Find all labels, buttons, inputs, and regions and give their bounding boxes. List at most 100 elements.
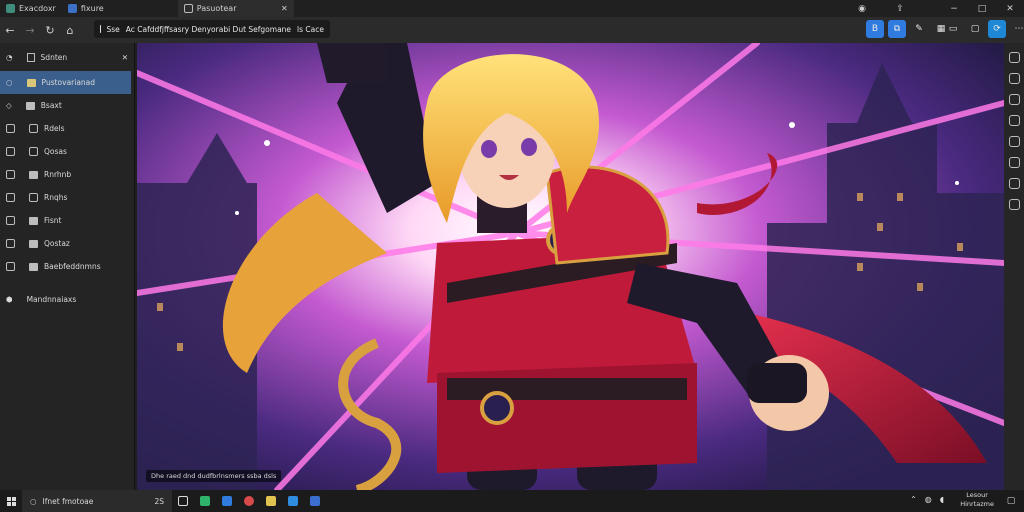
folder-icon[interactable] [1008, 199, 1020, 210]
sidebar-item-bsaxt[interactable]: ◇ Bsaxt [0, 94, 134, 117]
sidebar-item-rnrhnb[interactable]: Rnrhnb [0, 163, 134, 186]
sidebar-item-label: Mandnnaiaxs [26, 295, 77, 304]
chevron-up-icon[interactable]: ⌃ [910, 495, 917, 504]
belt [447, 378, 687, 400]
back-button[interactable]: ← [0, 20, 20, 40]
tab-fixure[interactable]: fixure [62, 0, 110, 17]
close-icon[interactable]: ✕ [281, 4, 288, 13]
doc-icon [67, 4, 77, 13]
sidebar-item-pustovarianad[interactable]: ○ Pustovarianad [0, 71, 131, 94]
sidebar-item-label: Qosas [44, 147, 67, 156]
tab-exacdoxr[interactable]: Exacdoxr [0, 0, 62, 17]
copy-icon[interactable] [1008, 178, 1020, 189]
edit-icon[interactable]: ✎ [910, 20, 928, 38]
taskbar-search[interactable]: ○ Ifnet fmotoae 2S [22, 490, 172, 512]
sidebar-item-label: Fisnt [44, 216, 62, 225]
panel-icon[interactable] [1008, 52, 1020, 63]
pin-icon[interactable]: ✕ [122, 53, 128, 62]
tab-bar: Exacdoxr fixure Pasuotear ✕ ◉ ⇪ − □ ✕ [0, 0, 1024, 17]
doc-icon [6, 239, 15, 248]
sidebar-item-mandnnaiaxs[interactable]: ⬢ Mandnnaiaxs [0, 288, 134, 311]
taskbar-app-1[interactable] [194, 490, 216, 512]
tab-pasuotear[interactable]: Pasuotear ✕ [177, 0, 294, 17]
address-bar[interactable]: Sse Ac Cafddfjffsasry Denyorabi Dut Sefg… [94, 20, 330, 38]
raised-fist-glove [317, 43, 387, 83]
doc-icon [6, 147, 15, 156]
account-icon[interactable]: ◉ [848, 4, 876, 14]
arrow-left-icon: ← [5, 23, 15, 37]
start-button[interactable] [0, 490, 22, 512]
navigation-bar: ← → ↻ ⌂ Sse Ac Cafddfjffsasry Denyorabi … [0, 17, 1024, 43]
chat-icon[interactable] [1008, 73, 1020, 84]
sidebar-item-rnqhs[interactable]: Rnqhs [0, 186, 134, 209]
reload-button[interactable]: ↻ [40, 20, 60, 40]
image-viewport[interactable] [137, 43, 1004, 490]
app-icon [288, 496, 298, 506]
network-icon[interactable]: ◍ [925, 495, 932, 504]
clock-icon: ◔ [6, 52, 13, 62]
notification-button[interactable]: ▢ [1000, 490, 1022, 512]
history-icon: ○ [6, 78, 13, 87]
sidebar-title: Sdnten [40, 52, 68, 62]
sidebar-header: ◔ Sdnten ✕ [0, 43, 134, 71]
anime-artwork [137, 43, 1004, 490]
copy-icon[interactable]: ⧉ [888, 20, 906, 38]
screen-icon[interactable]: ▭ [944, 20, 962, 38]
forward-button[interactable]: → [20, 20, 40, 40]
volume-icon[interactable]: ◖ [940, 495, 944, 504]
taskbar-app-2[interactable] [216, 490, 238, 512]
sidebar-item-label: Rnrhnb [44, 170, 72, 179]
taskbar-app-6[interactable] [304, 490, 326, 512]
tray-icons: ◉ ⇪ [848, 0, 914, 17]
close-button[interactable]: ✕ [996, 4, 1024, 14]
sidebar-item-qosas[interactable]: Qosas [0, 140, 134, 163]
share-icon[interactable] [1008, 115, 1020, 126]
sidebar-item-label: Rnqhs [44, 193, 68, 202]
shield-icon [310, 496, 320, 506]
system-tray: ⌃ ◍ ◖ [910, 495, 944, 504]
file-icon [6, 124, 15, 133]
sidebar-item-label: Rdels [44, 124, 65, 133]
file-icon [6, 216, 15, 225]
doc-icon [29, 147, 38, 156]
maximize-button[interactable]: □ [968, 4, 996, 14]
sidebar-item-label: Baebfeddnmns [44, 262, 101, 271]
taskbar-app-3[interactable] [238, 490, 260, 512]
home-button[interactable]: ⌂ [60, 20, 80, 40]
task-view-button[interactable] [172, 490, 194, 512]
settings-icon[interactable] [1008, 157, 1020, 168]
sidebar: ◔ Sdnten ✕ ○ Pustovarianad ◇ Bsaxt Rdels… [0, 43, 135, 490]
windows-icon [6, 496, 16, 506]
sidebar-item-label: Bsaxt [40, 101, 62, 110]
address-prefix: Sse [106, 24, 120, 34]
share-icon[interactable]: ⇪ [886, 4, 914, 14]
taskbar-app-4[interactable] [260, 490, 282, 512]
sidebar-item-baebfeddnmns[interactable]: Baebfeddnmns [0, 255, 134, 278]
eye-right [521, 138, 537, 156]
file-icon [29, 124, 38, 133]
file-icon [29, 216, 38, 225]
tab-label: Pasuotear [196, 4, 237, 13]
doc-icon [29, 193, 38, 202]
window-icon[interactable]: ▢ [966, 20, 984, 38]
download-icon[interactable] [1008, 136, 1020, 147]
page-icon [26, 52, 35, 62]
sidebar-item-label: Pustovarianad [41, 78, 96, 87]
image-icon [29, 170, 38, 179]
image-icon[interactable] [1008, 94, 1020, 105]
doc-icon [6, 193, 15, 202]
home-icon: ⌂ [66, 23, 74, 37]
sidebar-item-qostaz[interactable]: Qostaz [0, 232, 134, 255]
taskbar-clock[interactable]: Lesour Hinrtazme [960, 491, 994, 509]
sidebar-item-label: Qostaz [44, 239, 70, 248]
app-icon [6, 4, 15, 13]
bold-icon[interactable]: B [866, 20, 884, 38]
menu-icon[interactable]: ⋯ [1010, 20, 1024, 38]
minimize-button[interactable]: − [940, 4, 968, 14]
sidebar-item-rdels[interactable]: Rdels [0, 117, 134, 140]
taskbar-app-5[interactable] [282, 490, 304, 512]
folder-icon [26, 78, 36, 87]
sidebar-item-fisnt[interactable]: Fisnt [0, 209, 134, 232]
sync-icon[interactable]: ⟳ [988, 20, 1006, 38]
tab-label: fixure [80, 4, 104, 13]
